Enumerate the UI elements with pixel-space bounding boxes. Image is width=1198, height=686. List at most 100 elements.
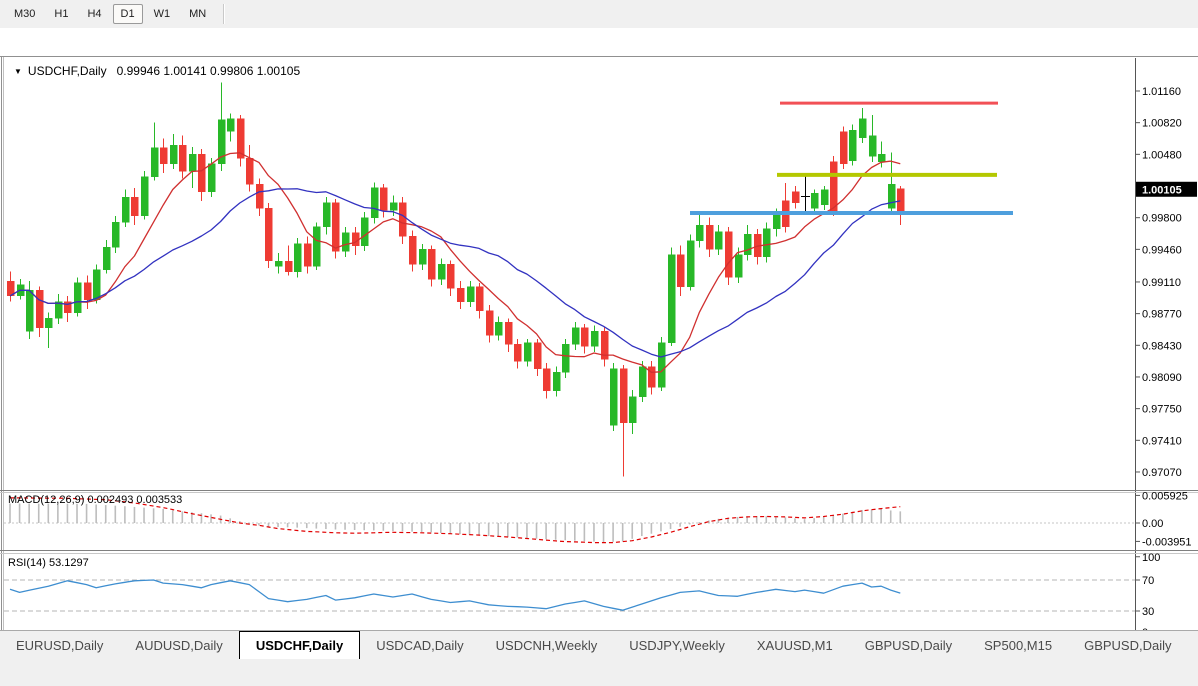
chart-dropdown-icon[interactable]: ▼ [14,67,22,76]
rsi-label: RSI(14) 53.1297 [8,557,89,569]
candle [198,149,205,201]
candle [715,225,722,255]
candle [323,197,330,234]
candle [151,123,158,181]
candle [811,190,818,214]
candle [629,390,636,434]
tab-usdcad-daily[interactable]: USDCAD,Daily [360,631,479,659]
svg-text:0.005925: 0.005925 [1142,490,1188,502]
chart-ohlc-values: 0.99946 1.00141 0.99806 1.00105 [117,64,301,78]
timeframe-button-mn[interactable]: MN [181,4,214,24]
candle [304,236,311,273]
candle [189,147,196,188]
candle [859,108,866,143]
toolbar-separator [223,4,225,24]
tab-gbpusd-daily[interactable]: GBPUSD,Daily [1068,631,1187,659]
candle [601,328,608,367]
chart-tabs: EURUSD,DailyAUDUSD,DailyUSDCHF,DailyUSDC… [0,630,1198,659]
candle [17,279,24,299]
candle [294,238,301,277]
candle [457,281,464,309]
svg-text:1.00820: 1.00820 [1142,118,1182,130]
candle [74,277,81,316]
rsi-panel: 10070300 [4,552,1160,639]
candle [553,367,560,397]
current-price-box: 1.00105 [1136,182,1197,197]
tab-gbpusd-daily[interactable]: GBPUSD,Daily [849,631,968,659]
price-axis: 1.011601.008201.004801.001400.998000.994… [1135,86,1197,479]
candle [495,316,502,340]
candle [160,139,167,173]
timeframe-button-h4[interactable]: H4 [79,4,109,24]
svg-text:30: 30 [1142,606,1154,618]
svg-text:0.99460: 0.99460 [1142,244,1182,256]
candle [524,339,531,367]
tab-usdchf-daily[interactable]: USDCHF,Daily [239,631,360,659]
candle [361,212,368,251]
tab-dj30-h4[interactable]: DJ30,H4 [1188,631,1198,659]
tab-eurusd-daily[interactable]: EURUSD,Daily [0,631,119,659]
candle [543,363,550,398]
svg-text:100: 100 [1142,552,1160,564]
doji-candle [801,177,810,212]
macd-label: MACD(12,26,9) 0.002493 0.003533 [8,494,182,506]
candle [256,179,263,216]
candle [285,246,292,276]
candle [821,186,828,210]
tab-usdcnh-weekly[interactable]: USDCNH,Weekly [480,631,614,659]
candle [725,227,732,285]
tab-xauusd-m1[interactable]: XAUUSD,M1 [741,631,849,659]
tab-usdjpy-weekly[interactable]: USDJPY,Weekly [613,631,741,659]
candle [486,305,493,342]
candle [782,183,789,232]
candle [84,275,91,309]
candle [131,188,138,225]
tab-audusd-daily[interactable]: AUDUSD,Daily [119,631,238,659]
candle [677,246,684,296]
candle [7,272,14,302]
candle [648,361,655,395]
candle [55,294,62,324]
candle [64,296,71,322]
chart-window: ▼ USDCHF,Daily 0.99946 1.00141 0.99806 1.0… [0,28,1198,630]
svg-text:0.00: 0.00 [1142,518,1163,530]
candle [668,247,675,346]
svg-text:0.97070: 0.97070 [1142,467,1182,479]
svg-text:0.99110: 0.99110 [1142,277,1181,289]
candle [399,197,406,244]
candle [658,337,665,391]
candle [179,136,186,179]
timeframe-button-m30[interactable]: M30 [6,4,43,24]
candle [897,186,904,225]
chart-symbol: USDCHF,Daily [28,64,107,78]
candle [572,322,579,350]
candle [562,339,569,378]
rsi-line [10,580,900,610]
svg-text:0.98430: 0.98430 [1142,340,1182,352]
svg-text:70: 70 [1142,575,1154,587]
candle [840,126,847,169]
candle [409,231,416,272]
chart-title: ▼ USDCHF,Daily 0.99946 1.00141 0.99806 1.0… [14,64,300,78]
candle [620,365,627,477]
candle [246,145,253,192]
candle [380,184,387,218]
chart-canvas[interactable]: 1.011601.008201.004801.001400.998000.994… [0,28,1198,686]
candle [505,318,512,352]
candle [763,222,770,262]
timeframe-button-w1[interactable]: W1 [146,4,179,24]
candle [610,363,617,431]
candle [275,253,282,273]
tab-sp500-m15[interactable]: SP500,M15 [968,631,1068,659]
timeframe-button-d1[interactable]: D1 [113,4,143,24]
candle [371,182,378,223]
candle [170,134,177,169]
candle [428,246,435,287]
candle [744,225,751,260]
candle [237,115,244,166]
candle [476,283,483,318]
timeframe-button-h1[interactable]: H1 [46,4,76,24]
candle [112,216,119,253]
candle [342,227,349,257]
candle [792,186,799,208]
